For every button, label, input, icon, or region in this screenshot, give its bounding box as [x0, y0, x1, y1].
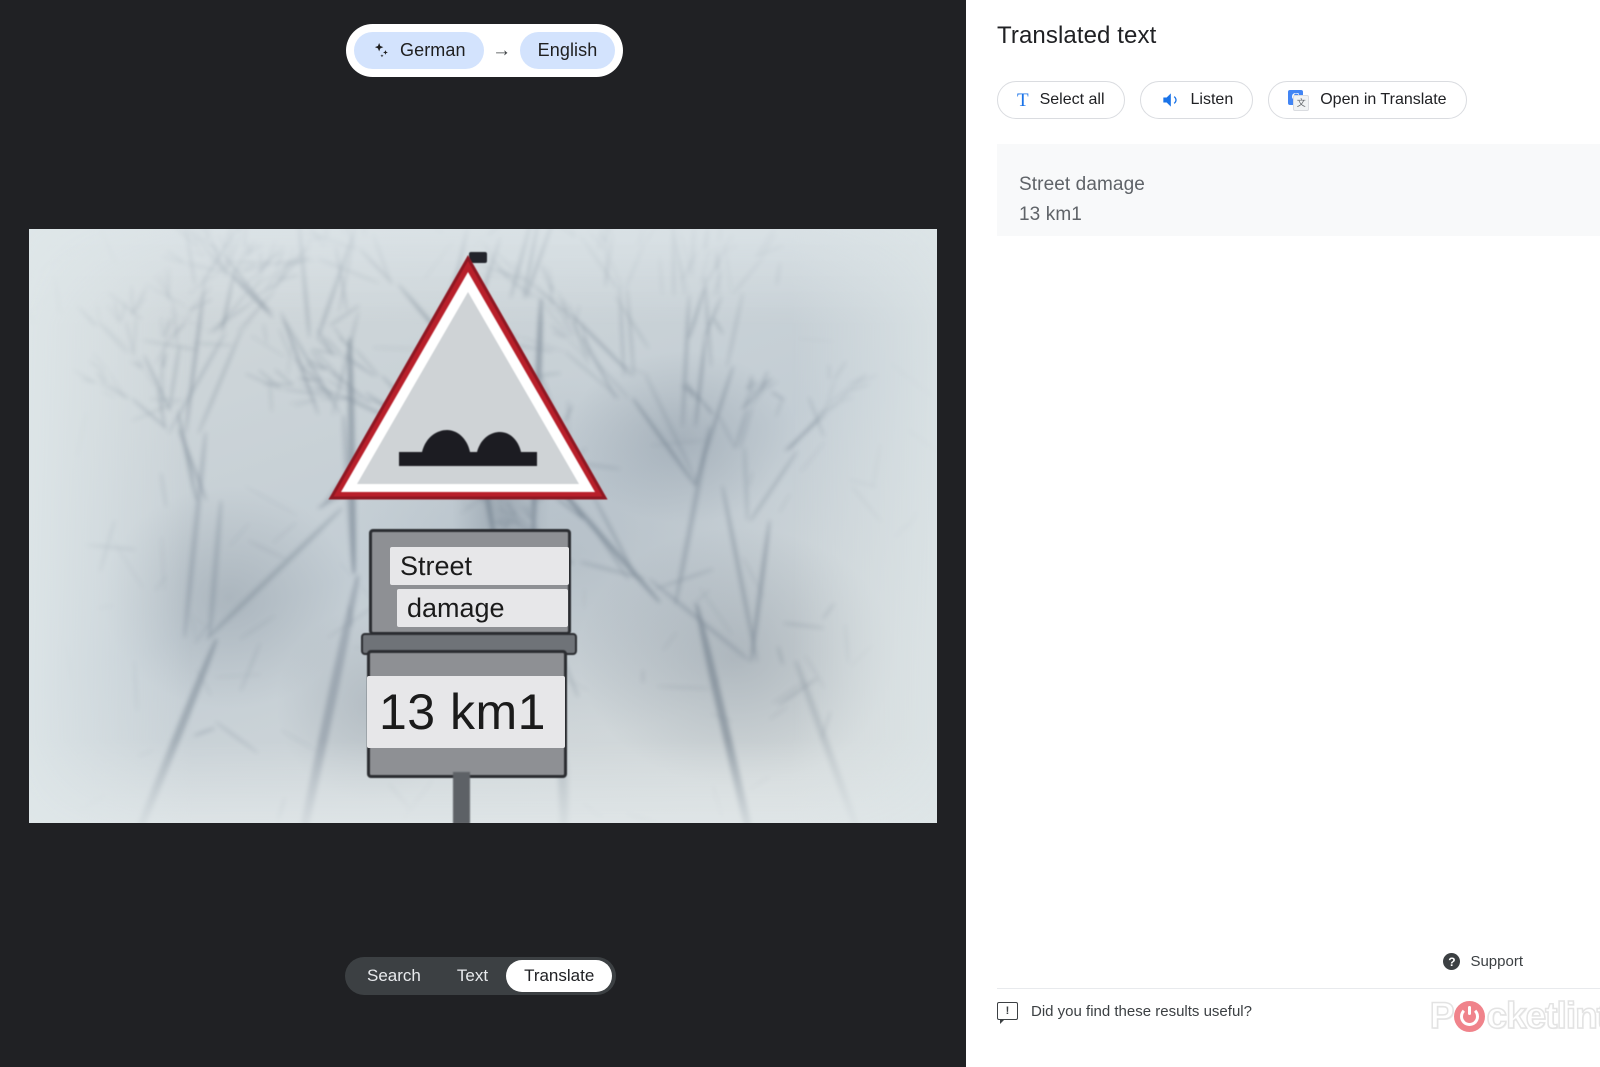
pocketlint-watermark: P cketlint: [1429, 994, 1600, 1037]
source-language-label: German: [400, 40, 466, 60]
tab-text[interactable]: Text: [439, 960, 506, 992]
select-all-label: Select all: [1039, 91, 1105, 108]
overlay-text-distance[interactable]: 13 km1: [367, 676, 565, 748]
text-select-icon: T: [1017, 89, 1029, 111]
sign-pole: [453, 772, 470, 823]
listen-button[interactable]: Listen: [1139, 81, 1254, 119]
power-icon: [1454, 1000, 1486, 1032]
watermark-suffix: cketlint: [1486, 994, 1600, 1037]
captured-photo[interactable]: Street damage 13 km1: [29, 229, 937, 823]
tab-search[interactable]: Search: [349, 960, 439, 992]
google-translate-icon: G 文: [1288, 89, 1310, 111]
target-language-chip[interactable]: English: [519, 32, 616, 69]
mode-tab-bar: Search Text Translate: [345, 957, 617, 995]
feedback-label: Did you find these results useful?: [1031, 1002, 1252, 1020]
tab-translate[interactable]: Translate: [506, 960, 613, 992]
lens-translate-screen: German → English Street damage 13 km1 Se…: [0, 0, 1600, 1067]
translated-line-1: Street damage: [1019, 174, 1145, 195]
source-language-chip[interactable]: German: [354, 32, 484, 69]
watermark-prefix: P: [1429, 994, 1455, 1037]
support-link[interactable]: ? Support: [1443, 953, 1523, 970]
translated-text-card[interactable]: Street damage 13 km1: [997, 144, 1600, 236]
support-label: Support: [1470, 953, 1523, 970]
open-in-translate-button[interactable]: G 文 Open in Translate: [1268, 81, 1467, 119]
help-circle-icon: ?: [1443, 953, 1461, 970]
translated-line-2: 13 km1: [1019, 204, 1082, 225]
target-language-label: English: [537, 40, 598, 60]
open-in-translate-label: Open in Translate: [1320, 91, 1447, 108]
volume-up-icon: [1160, 90, 1180, 110]
action-button-row: T Select all Listen G 文: [997, 81, 1467, 119]
sparkle-icon: [372, 41, 391, 60]
feedback-icon: !: [997, 1002, 1018, 1024]
warning-triangle-sign: [328, 254, 608, 500]
select-all-button[interactable]: T Select all: [997, 81, 1125, 119]
language-arrow-icon: →: [492, 40, 512, 61]
overlay-text-damage[interactable]: damage: [397, 589, 568, 627]
feedback-link[interactable]: ! Did you find these results useful?: [997, 1002, 1252, 1024]
listen-label: Listen: [1190, 91, 1234, 108]
footer-divider: [997, 988, 1600, 989]
image-viewer-pane: German → English Street damage 13 km1 Se…: [0, 0, 966, 1067]
results-pane: Translated text T Select all Listen 文 Op…: [966, 0, 1600, 1067]
overlay-text-street[interactable]: Street: [390, 547, 569, 585]
page-title: Translated text: [997, 22, 1157, 49]
language-selector[interactable]: German → English: [346, 24, 624, 77]
